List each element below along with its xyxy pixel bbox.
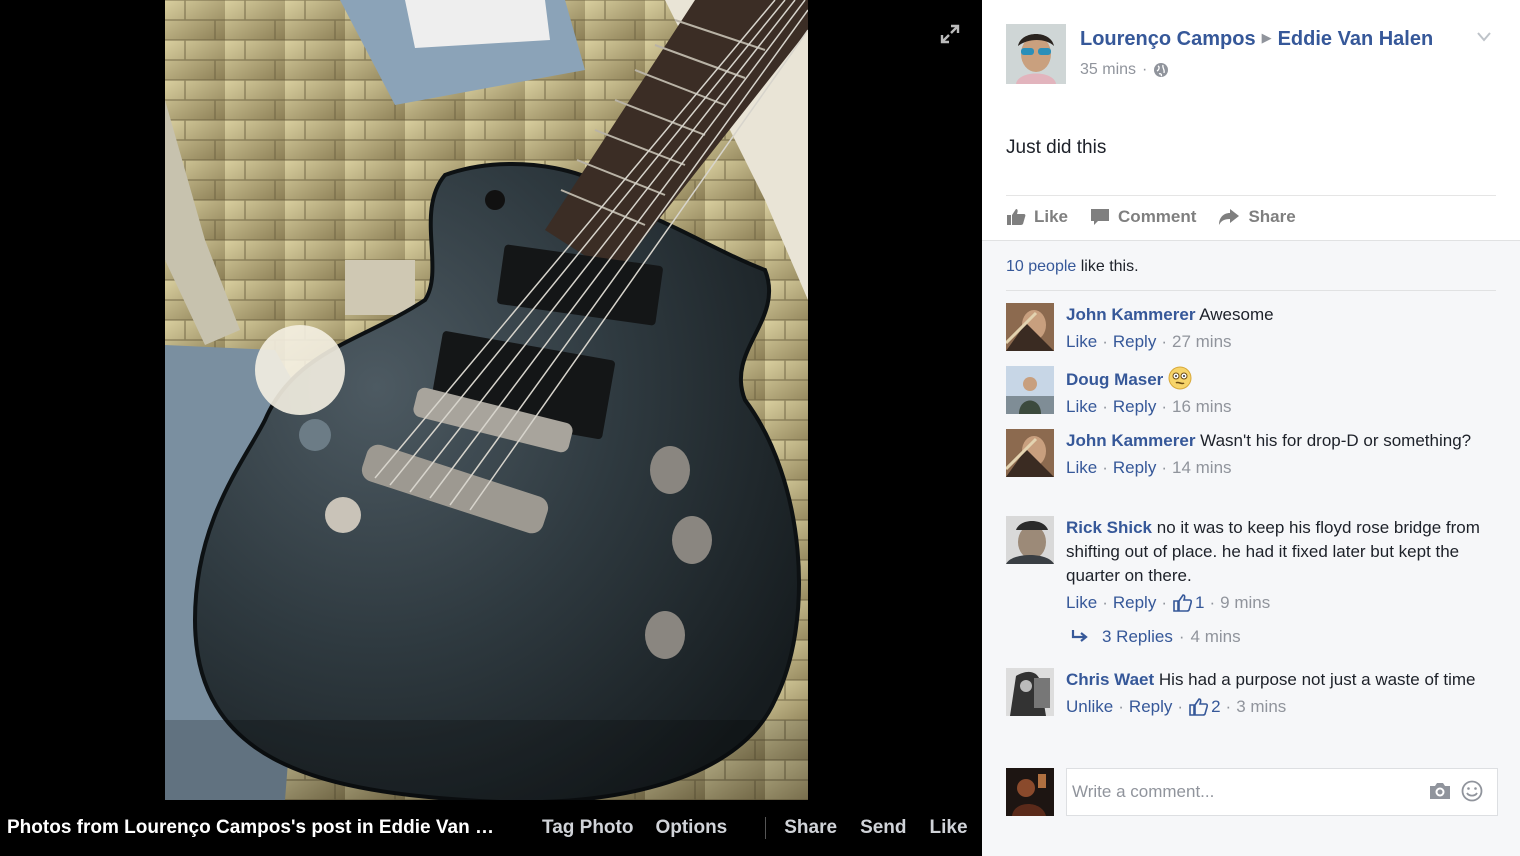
caption-divider xyxy=(765,817,767,839)
comment-time[interactable]: 3 mins xyxy=(1236,695,1286,719)
group-name[interactable]: Eddie Van Halen xyxy=(1278,28,1434,50)
share-arrow-icon xyxy=(1219,209,1240,225)
comment-unlike-link[interactable]: Unlike xyxy=(1066,695,1113,719)
options-link[interactable]: Options xyxy=(655,817,727,839)
post-header-section: Lourenço Campos ▶ Eddie Van Halen 35 mins … xyxy=(982,0,1520,241)
post-time[interactable]: 35 mins xyxy=(1080,61,1136,79)
chevron-down-icon[interactable] xyxy=(1476,30,1492,44)
comment-button[interactable]: Comment xyxy=(1090,207,1196,227)
thumbs-up-icon xyxy=(1173,594,1192,612)
comment-time[interactable]: 14 mins xyxy=(1172,456,1232,480)
likes-summary: 10 people like this. xyxy=(1006,258,1139,276)
emoji-smile-icon[interactable] xyxy=(1461,780,1483,802)
comment-text: Wasn't his for drop-D or something? xyxy=(1200,431,1472,450)
comment-like-link[interactable]: Like xyxy=(1066,456,1097,480)
post-header: Lourenço Campos ▶ Eddie Van Halen xyxy=(1080,28,1433,51)
commenter-name[interactable]: John Kammerer xyxy=(1066,431,1195,450)
likers-link[interactable]: 10 people xyxy=(1006,258,1076,275)
comment-time[interactable]: 27 mins xyxy=(1172,330,1232,354)
share-button[interactable]: Share xyxy=(1218,207,1296,227)
post-actions: Like Comment Share xyxy=(1006,207,1318,227)
likes-suffix: like this. xyxy=(1076,258,1139,275)
guitar-image xyxy=(165,0,808,800)
comment-meta: Like · Reply · 27 mins xyxy=(1066,330,1496,354)
reply-arrow-icon xyxy=(1071,630,1088,642)
divider xyxy=(1006,195,1496,196)
comment-label: Comment xyxy=(1118,207,1197,226)
camera-icon[interactable] xyxy=(1428,781,1452,801)
comment-meta: Unlike · Reply · 2 · 3 mins xyxy=(1066,695,1496,719)
photo-viewer: Photos from Lourenço Campos's post in Ed… xyxy=(0,0,982,856)
comment-meta: Like · Reply · 16 mins xyxy=(1066,395,1496,419)
comment-text: His had a purpose not just a waste of ti… xyxy=(1158,670,1476,689)
commenter-name[interactable]: John Kammerer xyxy=(1066,305,1195,324)
commenter-avatar[interactable] xyxy=(1006,668,1054,716)
comment-like-count[interactable]: 1 xyxy=(1172,591,1204,615)
photo-share-link[interactable]: Share xyxy=(784,817,837,839)
author-name[interactable]: Lourenço Campos xyxy=(1080,28,1256,50)
comment-meta: Like · Reply · 14 mins xyxy=(1066,456,1496,480)
commenter-name[interactable]: Doug Maser xyxy=(1066,370,1163,389)
like-label: Like xyxy=(1034,207,1069,226)
view-replies-row: 3 Replies · 4 mins xyxy=(1070,627,1241,647)
commenter-avatar[interactable] xyxy=(1006,366,1054,414)
post-text: Just did this xyxy=(1006,137,1107,158)
comment-reply-link[interactable]: Reply xyxy=(1113,456,1156,480)
comments-section: 10 people like this. John Kammerer Aweso… xyxy=(982,241,1520,856)
share-label: Share xyxy=(1248,207,1296,226)
commenter-name[interactable]: Rick Shick xyxy=(1066,518,1152,537)
photo-caption[interactable]: Photos from Lourenço Campos's post in Ed… xyxy=(7,817,512,839)
author-avatar[interactable] xyxy=(1006,24,1066,84)
like-button[interactable]: Like xyxy=(1006,207,1068,227)
comment-like-count[interactable]: 2 xyxy=(1188,695,1221,719)
comment-like-link[interactable]: Like xyxy=(1066,591,1097,615)
comment-reply-link[interactable]: Reply xyxy=(1113,330,1156,354)
current-user-avatar[interactable] xyxy=(1006,768,1054,816)
comment-like-link[interactable]: Like xyxy=(1066,330,1097,354)
thumbs-up-icon xyxy=(1007,209,1026,225)
comment-time[interactable]: 16 mins xyxy=(1172,395,1232,419)
comment-reply-link[interactable]: Reply xyxy=(1113,395,1156,419)
tag-photo-link[interactable]: Tag Photo xyxy=(542,817,633,839)
comment-icon xyxy=(1091,209,1110,225)
photo-send-link[interactable]: Send xyxy=(860,817,906,839)
globe-icon[interactable] xyxy=(1153,62,1169,78)
commenter-avatar[interactable] xyxy=(1006,303,1054,351)
commenter-avatar[interactable] xyxy=(1006,516,1054,564)
photo-like-link[interactable]: Like xyxy=(930,817,968,839)
thumbs-up-icon xyxy=(1189,698,1209,716)
comment-reply-link[interactable]: Reply xyxy=(1129,695,1172,719)
comment-reply-link[interactable]: Reply xyxy=(1113,591,1156,615)
view-replies-link[interactable]: 3 Replies xyxy=(1102,627,1173,647)
expand-icon[interactable] xyxy=(938,22,962,46)
guitar-photo[interactable] xyxy=(165,0,808,800)
comment-time[interactable]: 9 mins xyxy=(1220,591,1270,615)
comment-meta: Like · Reply · 1 · 9 mins xyxy=(1066,591,1496,615)
comment-text: Awesome xyxy=(1199,305,1274,324)
commenter-name[interactable]: Chris Waet xyxy=(1066,670,1154,689)
post-panel: Lourenço Campos ▶ Eddie Van Halen 35 mins … xyxy=(982,0,1520,856)
confused-face-emoji-icon xyxy=(1168,366,1192,390)
photo-caption-bar: Photos from Lourenço Campos's post in Ed… xyxy=(0,800,982,856)
commenter-avatar[interactable] xyxy=(1006,429,1054,477)
comment-like-link[interactable]: Like xyxy=(1066,395,1097,419)
arrow-icon: ▶ xyxy=(1261,30,1272,45)
divider xyxy=(1006,290,1496,291)
replies-time: 4 mins xyxy=(1190,627,1241,646)
post-meta: 35 mins · xyxy=(1080,61,1169,79)
